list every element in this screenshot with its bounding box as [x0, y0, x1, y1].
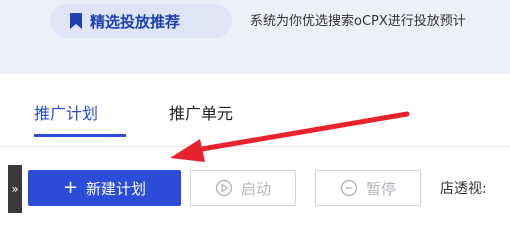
featured-recommend-label: 精选投放推荐 [90, 12, 181, 31]
active-tab-indicator [34, 134, 126, 137]
new-plan-label: 新建计划 [86, 179, 147, 198]
bookmark-icon [70, 13, 82, 29]
start-label: 启动 [240, 179, 271, 198]
pause-button[interactable]: 暂停 [315, 170, 421, 206]
recommend-description: 系统为你优选搜索oCPX进行投放预计 [250, 14, 466, 29]
tab-promotion-unit[interactable]: 推广单元 [169, 100, 233, 124]
tab-divider [0, 146, 510, 147]
shop-insight-label: 店透视: [440, 181, 487, 197]
featured-recommend-button[interactable]: 精选投放推荐 [50, 4, 232, 38]
play-circle-icon [215, 179, 233, 197]
plus-icon: + [62, 177, 79, 198]
minus-circle-icon [340, 179, 358, 197]
start-button[interactable]: 启动 [190, 170, 296, 206]
pause-label: 暂停 [365, 179, 396, 198]
tab-promotion-plan[interactable]: 推广计划 [34, 100, 98, 124]
expand-sidebar-toggle[interactable]: » [8, 165, 22, 213]
new-plan-button[interactable]: + 新建计划 [28, 170, 181, 206]
